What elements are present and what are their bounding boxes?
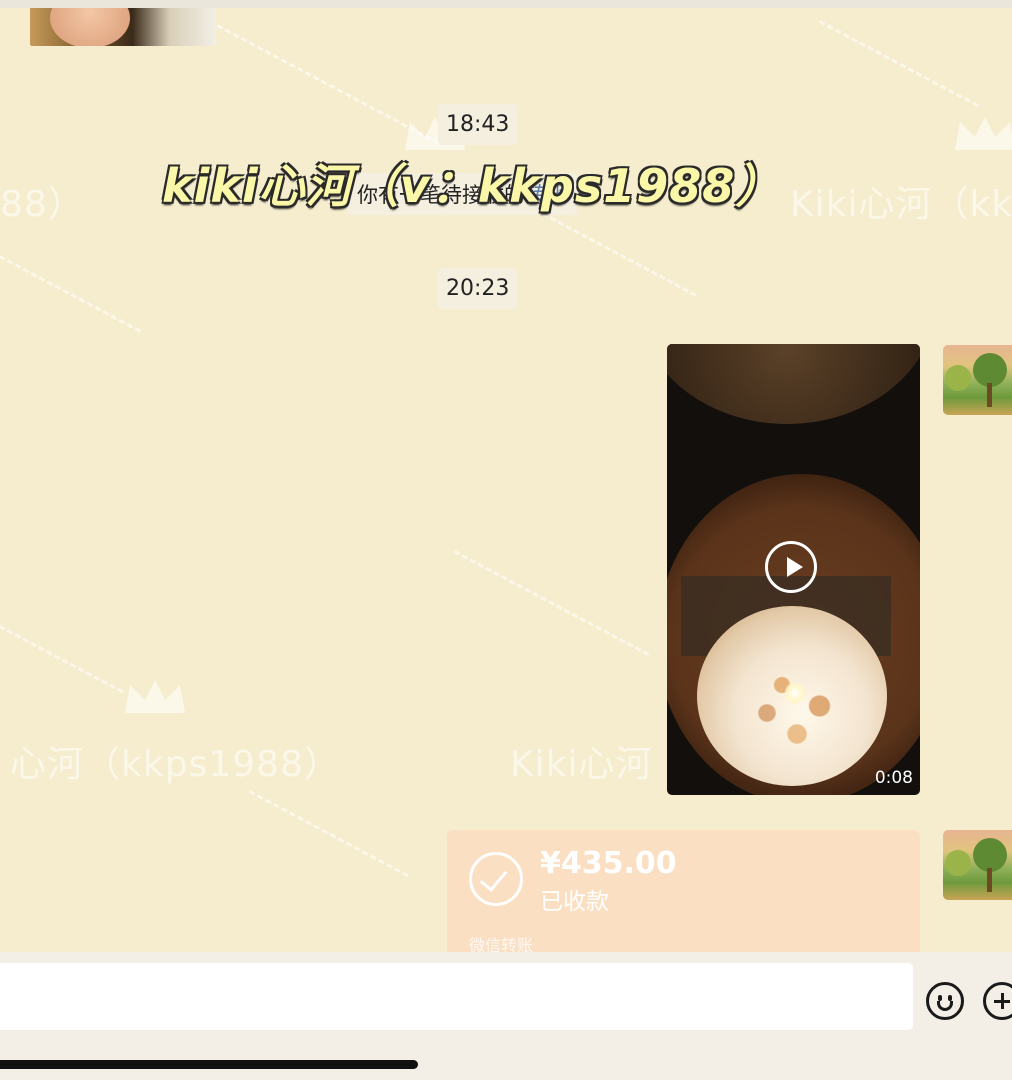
avatar-tree <box>945 850 971 876</box>
top-status-strip <box>0 0 1012 8</box>
avatar-tree <box>973 838 1007 872</box>
video-duration: 0:08 <box>874 768 913 788</box>
crown-watermark-icon <box>125 680 185 713</box>
home-indicator <box>0 1060 418 1069</box>
watermark-text: 88） <box>0 184 85 225</box>
video-frame-flame <box>785 682 805 704</box>
face-thumbnail <box>50 8 130 46</box>
avatar-trunk <box>987 383 992 407</box>
watermark-text: 心河（kkps1988） <box>10 744 341 785</box>
previous-image-message[interactable] <box>30 8 216 46</box>
watermark-dash <box>0 625 124 694</box>
emoji-mouth <box>937 1001 953 1011</box>
watermark-dash <box>453 550 650 656</box>
timestamp-pill: 20:23 <box>438 268 518 309</box>
avatar[interactable] <box>943 830 1012 900</box>
transfer-status: 已收款 <box>540 889 609 915</box>
crown-watermark-icon <box>955 117 1012 150</box>
watermark-text: Kiki心河（kk <box>790 184 1012 225</box>
transfer-amount: ¥435.00 <box>540 846 677 881</box>
message-input[interactable] <box>0 963 913 1030</box>
watermark-dash <box>818 20 979 108</box>
avatar-trunk <box>987 868 992 892</box>
video-message[interactable]: 0:08 <box>667 344 920 795</box>
check-circle-icon <box>469 852 523 906</box>
avatar-tree <box>945 365 971 391</box>
watermark-dash <box>0 255 142 333</box>
timestamp-pill: 18:43 <box>438 104 518 145</box>
avatar-tree <box>973 353 1007 387</box>
watermark-text: Kiki心河 <box>510 744 653 785</box>
watermark-dash <box>248 790 409 878</box>
video-frame-bowl-top <box>667 344 920 424</box>
play-icon[interactable] <box>765 541 817 593</box>
overlay-title: kiki心河（v：kkps1988） <box>162 159 783 213</box>
avatar[interactable] <box>943 345 1012 415</box>
emoji-icon[interactable] <box>926 982 964 1020</box>
transfer-card[interactable]: ¥435.00 已收款 微信转账 <box>447 830 920 955</box>
